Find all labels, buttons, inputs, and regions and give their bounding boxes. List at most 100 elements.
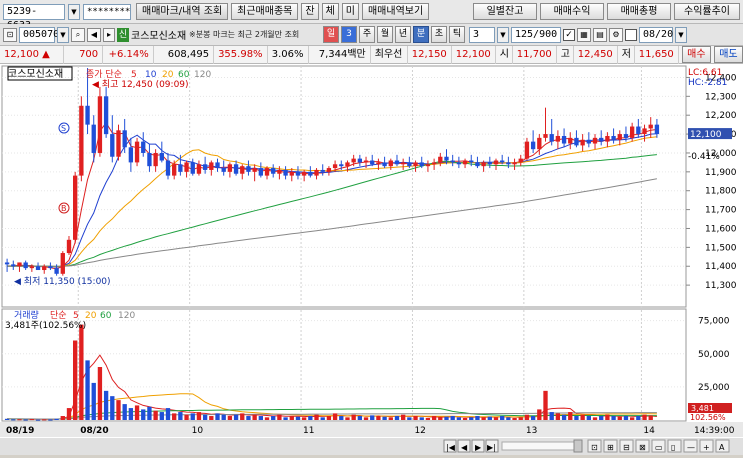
grid-icon[interactable]: ▤ [593,27,607,42]
balance-toggle-button[interactable]: 잔 [301,3,319,20]
minute-value-dropdown[interactable]: ▼ [497,26,509,43]
executed-toggle-button[interactable]: 체 [321,3,339,20]
account-input[interactable]: 5239-6633 [3,3,65,31]
buy-button[interactable]: 매수 [681,46,711,63]
candle-body [277,169,282,174]
date-input[interactable]: 08/20 [639,26,673,43]
zoom-slider-handle[interactable] [573,439,583,453]
period-minute-button[interactable]: 분 [413,26,429,43]
volume-bar [357,416,363,420]
candle-body [91,124,96,153]
daily-balance-button[interactable]: 일별잔고 [473,3,537,20]
period-tick-button[interactable]: 틱 [449,26,465,43]
return-trend-button[interactable]: 수익률추이 [674,3,740,20]
period-day-count[interactable]: 3 [341,26,357,43]
table-icon[interactable]: ▦ [577,27,591,42]
candle-body [326,168,332,172]
recent-trade-items-button[interactable]: 최근매매종목 [231,3,299,20]
candle-body [524,141,530,159]
volume-bar [4,418,10,420]
candle-body [252,168,257,172]
candle-body [339,164,344,167]
candle-body [654,124,660,135]
count-checkbox[interactable]: ✓ [563,28,575,41]
candle-body [209,162,214,170]
x-tick-label: 10 [192,426,204,436]
volume-bar [394,416,400,420]
stock-code-input[interactable]: 005070 [19,26,59,43]
sell-mark[interactable]: S [58,122,70,134]
trade-profit-button[interactable]: 매매수익 [540,3,604,20]
buy-mark[interactable]: B [58,202,70,214]
trade-mark-query-button[interactable]: 매매마크/내역 조회 [136,3,229,20]
candle-body [190,162,195,174]
volume-current-pct: 102.56% [690,413,726,422]
svg-text:▶|: ▶| [487,443,496,452]
sell-button[interactable]: 매도 [713,46,743,63]
candle-body [469,160,474,163]
period-second-button[interactable]: 초 [431,26,447,43]
chart-area[interactable]: 12,40012,30012,20012,10012,00011,90011,8… [0,64,743,455]
candle-body [17,262,22,267]
candle-body [382,162,387,167]
volume-bar [190,413,195,420]
candle-body [543,134,548,138]
volume-ma-label: 단순 [50,310,67,321]
candle-body [332,164,338,169]
stock-chart-svg[interactable]: 12,40012,30012,20012,10012,00011,90011,8… [0,64,743,455]
trade-history-button[interactable]: 매매내역보기 [361,3,430,20]
candle-body [351,158,356,163]
period-year-button[interactable]: 년 [395,26,411,43]
volume-bar [147,406,152,420]
unfilled-toggle-button[interactable]: 미 [341,3,359,20]
current-price-marker-label: 12,100 [690,130,722,140]
volume-bar [462,418,468,420]
candle-body [518,158,523,163]
candle-body [221,168,226,172]
candle-body [561,135,567,144]
candle-body [227,164,233,172]
candle-body [165,160,171,176]
volume-bar [345,417,350,420]
search-icon[interactable]: ⌕ [71,27,85,42]
candle-body [289,171,294,176]
volume-bar [165,408,171,420]
time-label: 14:39:00 [694,426,735,436]
candle-body [258,168,263,176]
prev-stock-icon[interactable]: ▸ [103,27,115,42]
candle-body [586,139,591,144]
x-tick-label: 08/20 [80,426,108,436]
account-dropdown[interactable]: ▼ [68,3,80,20]
period-day-button[interactable]: 일 [323,26,339,43]
volume-bar [605,414,610,420]
zoom-slider[interactable] [501,441,583,451]
high-annotation: ◀ 최고 12,450 (09:09) [92,79,189,90]
date-dropdown[interactable]: ▼ [675,26,687,43]
volume-bar [363,417,369,420]
volume-bar [580,414,585,420]
chart-settings-icon[interactable]: ⊡ [3,27,17,42]
volume-bar [29,419,35,421]
candle-body [574,137,579,146]
volume-bar [48,419,53,421]
vol-ma60-label: 60 [100,311,112,321]
password-input[interactable]: ******** [83,3,131,20]
trade-summary-button[interactable]: 매매총평 [607,3,671,20]
candle-body [370,160,375,165]
speaker-icon[interactable]: ◀ [87,27,101,42]
stock-code-dropdown[interactable]: ▼ [57,26,69,43]
chart-toolbar: ⊡ 005070 ▼ ⌕ ◀ ▸ 신 코스모신소재 ※분봉 마크는 최근 2개월… [0,24,743,46]
volume-bar [17,419,22,421]
candle-body [611,135,616,140]
candle-body [172,164,177,176]
date-checkbox[interactable] [625,28,637,41]
lc-label: LC:6.61 [688,68,722,78]
data-count-input[interactable]: 125/900 [511,26,561,43]
period-month-button[interactable]: 월 [377,26,393,43]
period-week-button[interactable]: 주 [359,26,375,43]
volume-bar [487,416,492,420]
volume-bar [42,419,47,421]
candle-body [110,134,115,157]
minute-value-input[interactable]: 3 [469,26,495,43]
gear-icon[interactable]: ⚙ [609,27,623,42]
